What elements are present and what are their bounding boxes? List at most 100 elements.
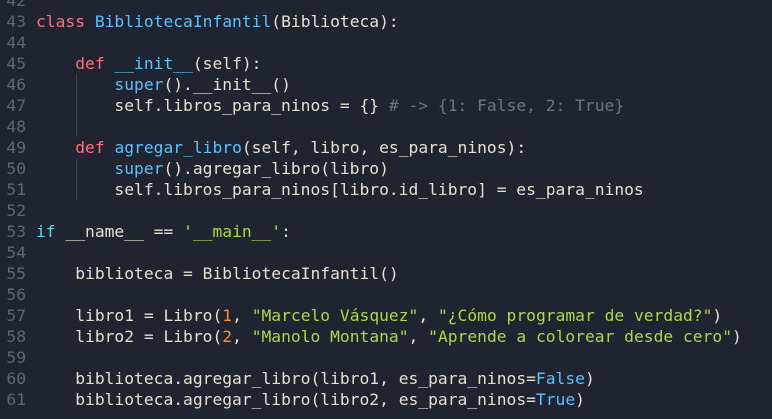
code-token: libro1 = Libro( xyxy=(75,306,223,325)
code-token: super xyxy=(114,75,164,94)
line-number: 57 xyxy=(6,306,26,325)
code-token: __name__ == xyxy=(65,222,184,241)
code-token: ().agregar_libro(libro) xyxy=(163,159,389,178)
code-token: class xyxy=(36,12,95,31)
line-number: 60 xyxy=(6,369,26,388)
line-number: 43 xyxy=(6,12,26,31)
code-token: ) xyxy=(712,306,723,325)
line-number: 44 xyxy=(6,33,26,52)
code-line[interactable]: 52 xyxy=(0,200,772,221)
code-text: def __init__(self): xyxy=(36,53,261,74)
line-number: 46 xyxy=(6,75,26,94)
code-token: biblioteca.agregar_libro(libro2, es_para… xyxy=(75,390,536,409)
code-token: self.libros_para_ninos[libro.id_libro] =… xyxy=(114,180,644,199)
code-token: super xyxy=(114,159,164,178)
code-token: : xyxy=(281,222,291,241)
code-token: "¿Cómo programar de verdad?" xyxy=(437,306,713,325)
code-line[interactable]: 50 super().agregar_libro(libro) xyxy=(0,158,772,179)
code-token: False xyxy=(535,369,585,388)
code-token: __init__ xyxy=(114,54,193,73)
code-text: self.libros_para_ninos[libro.id_libro] =… xyxy=(36,179,644,200)
code-token: biblioteca = BibliotecaInfantil() xyxy=(75,264,399,283)
code-token: ().__init__() xyxy=(163,75,291,94)
code-line[interactable]: 59 xyxy=(0,347,772,368)
code-token: ) xyxy=(584,369,595,388)
code-token: "Manolo Montana" xyxy=(251,327,409,346)
code-line[interactable]: 56 xyxy=(0,284,772,305)
code-text: biblioteca.agregar_libro(libro1, es_para… xyxy=(36,368,595,389)
code-token: , xyxy=(232,306,252,325)
code-token: 1 xyxy=(222,306,233,325)
code-token: def xyxy=(75,138,115,157)
line-number: 56 xyxy=(6,285,26,304)
code-token: "Marcelo Vásquez" xyxy=(251,306,419,325)
code-token: , xyxy=(232,327,252,346)
line-number: 53 xyxy=(6,222,26,241)
line-number: 48 xyxy=(6,117,26,136)
line-number: 55 xyxy=(6,264,26,283)
line-number: 59 xyxy=(6,348,26,367)
code-line[interactable]: 43 class BibliotecaInfantil(Biblioteca): xyxy=(0,11,772,32)
code-token: libro2 = Libro( xyxy=(75,327,223,346)
code-token: (self): xyxy=(192,54,262,73)
code-line[interactable]: 53 if __name__ == '__main__': xyxy=(0,221,772,242)
code-text: self.libros_para_ninos = {} # -> {1: Fal… xyxy=(36,95,624,116)
code-text: def agregar_libro(self, libro, es_para_n… xyxy=(36,137,526,158)
code-editor[interactable]: 42 43 class BibliotecaInfantil(Biblioteca)… xyxy=(0,0,772,410)
line-number: 52 xyxy=(6,201,26,220)
line-number: 49 xyxy=(6,138,26,157)
code-token: True xyxy=(535,390,576,409)
code-line[interactable]: 54 xyxy=(0,242,772,263)
code-text: if __name__ == '__main__': xyxy=(36,221,291,242)
line-number: 50 xyxy=(6,159,26,178)
line-number: 45 xyxy=(6,54,26,73)
code-token: , xyxy=(408,327,429,346)
code-line[interactable]: 42 xyxy=(0,0,772,11)
code-line[interactable]: 60 biblioteca.agregar_libro(libro1, es_p… xyxy=(0,368,772,389)
code-token: '__main__' xyxy=(183,222,282,241)
code-token: ) xyxy=(575,390,585,409)
code-token: (Biblioteca): xyxy=(271,12,399,31)
code-token: biblioteca.agregar_libro(libro1, es_para… xyxy=(75,369,536,388)
code-line[interactable]: 48 xyxy=(0,116,772,137)
code-token: , xyxy=(418,306,438,325)
line-number: 51 xyxy=(6,180,26,199)
code-line[interactable]: 61 biblioteca.agregar_libro(libro2, es_p… xyxy=(0,389,772,410)
code-token: 2 xyxy=(222,327,233,346)
code-token: def xyxy=(75,54,115,73)
code-line[interactable]: 47 self.libros_para_ninos = {} # -> {1: … xyxy=(0,95,772,116)
line-number: 58 xyxy=(6,327,26,346)
code-line[interactable]: 58 libro2 = Libro(2, "Manolo Montana", "… xyxy=(0,326,772,347)
code-line[interactable]: 44 xyxy=(0,32,772,53)
code-token: "Aprende a colorear desde cero" xyxy=(428,327,733,346)
code-line[interactable]: 49 def agregar_libro(self, libro, es_par… xyxy=(0,137,772,158)
line-number: 54 xyxy=(6,243,26,262)
line-number: 61 xyxy=(6,390,26,409)
code-token: if xyxy=(36,222,66,241)
code-text: super().agregar_libro(libro) xyxy=(36,158,389,179)
code-line[interactable]: 45 def __init__(self): xyxy=(0,53,772,74)
code-token: (self, libro, es_para_ninos): xyxy=(241,138,527,157)
code-text: class BibliotecaInfantil(Biblioteca): xyxy=(36,11,399,32)
code-line[interactable]: 57 libro1 = Libro(1, "Marcelo Vásquez", … xyxy=(0,305,772,326)
code-token: ) xyxy=(732,327,742,346)
code-text: libro2 = Libro(2, "Manolo Montana", "Apr… xyxy=(36,326,742,347)
code-text: super().__init__() xyxy=(36,74,291,95)
code-text: libro1 = Libro(1, "Marcelo Vásquez", "¿C… xyxy=(36,305,722,326)
code-token: # -> {1: False, 2: True} xyxy=(388,96,625,115)
code-token: self.libros_para_ninos = {} xyxy=(114,96,389,115)
code-text: biblioteca = BibliotecaInfantil() xyxy=(36,263,399,284)
code-line[interactable]: 55 biblioteca = BibliotecaInfantil() xyxy=(0,263,772,284)
code-line[interactable]: 51 self.libros_para_ninos[libro.id_libro… xyxy=(0,179,772,200)
code-line[interactable]: 46 super().__init__() xyxy=(0,74,772,95)
